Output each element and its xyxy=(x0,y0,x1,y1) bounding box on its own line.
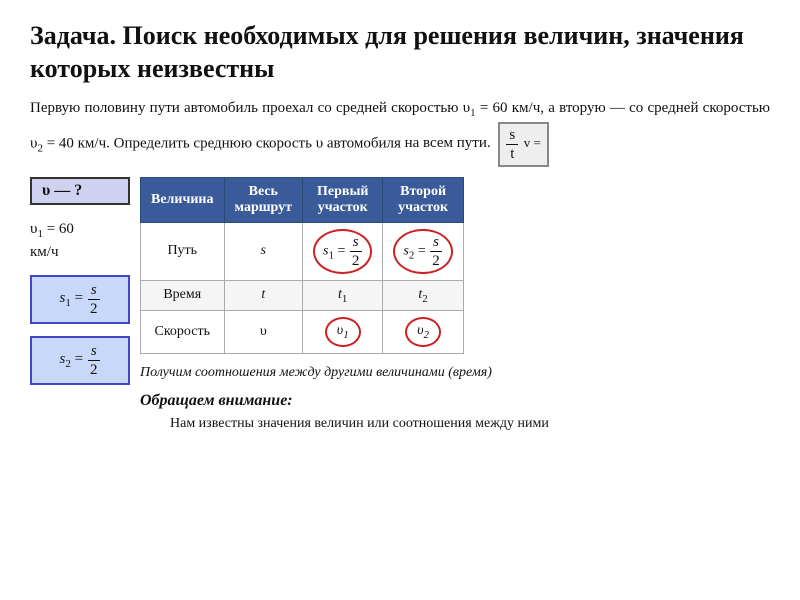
unknown-box: υ — ? xyxy=(30,177,130,205)
bottom-italic: Получим соотношения между другими величи… xyxy=(140,362,770,383)
left-panel: υ — ? υ1 = 60км/ч s1 = s 2 s2 = s 2 xyxy=(30,177,130,435)
attention-box: Обращаем внимание: Нам известны значения… xyxy=(140,389,770,434)
cell-path-second: s2 = s 2 xyxy=(383,222,463,280)
cell-speed-label: Скорость xyxy=(141,311,225,354)
s1-fraction-box: s1 = s 2 xyxy=(30,275,130,324)
s2-fraction-box: s2 = s 2 xyxy=(30,336,130,385)
cell-time-full: t xyxy=(224,280,303,311)
cell-path-label: Путь xyxy=(141,222,225,280)
data-table: Величина Весьмаршрут Первыйучасток Второ… xyxy=(140,177,464,355)
cell-path-full: s xyxy=(224,222,303,280)
cell-path-first: s1 = s 2 xyxy=(303,222,383,280)
table-row-time: Время t t1 t2 xyxy=(141,280,464,311)
cell-speed-first: υ1 xyxy=(303,311,383,354)
bottom-text: Получим соотношения между другими величи… xyxy=(140,362,770,434)
v1-label: υ1 = 60км/ч xyxy=(30,219,130,263)
cell-speed-second: υ2 xyxy=(383,311,463,354)
cell-time-first: t1 xyxy=(303,280,383,311)
page-title: Задача. Поиск необходимых для решения ве… xyxy=(30,20,770,85)
formula-box: s t v = xyxy=(498,122,548,167)
intro-text: Первую половину пути автомобиль проехал … xyxy=(30,97,770,167)
s2-oval: s2 = s 2 xyxy=(393,229,452,274)
table-row-speed: Скорость υ υ1 υ2 xyxy=(141,311,464,354)
attention-title: Обращаем внимание: xyxy=(140,392,293,409)
col-header-second-section: Второйучасток xyxy=(383,177,463,222)
col-header-first-section: Первыйучасток xyxy=(303,177,383,222)
cell-speed-full: υ xyxy=(224,311,303,354)
cell-time-label: Время xyxy=(141,280,225,311)
col-header-magnitude: Величина xyxy=(141,177,225,222)
right-area: Величина Весьмаршрут Первыйучасток Второ… xyxy=(140,177,770,435)
col-header-full-route: Весьмаршрут xyxy=(224,177,303,222)
v1-oval: υ1 xyxy=(325,317,361,347)
cell-time-second: t2 xyxy=(383,280,463,311)
s1-oval: s1 = s 2 xyxy=(313,229,372,274)
v2-oval: υ2 xyxy=(405,317,441,347)
content-area: υ — ? υ1 = 60км/ч s1 = s 2 s2 = s 2 xyxy=(30,177,770,435)
attention-body: Нам известны значения величин или соотно… xyxy=(170,413,770,434)
table-row-path: Путь s s1 = s 2 s2 = xyxy=(141,222,464,280)
